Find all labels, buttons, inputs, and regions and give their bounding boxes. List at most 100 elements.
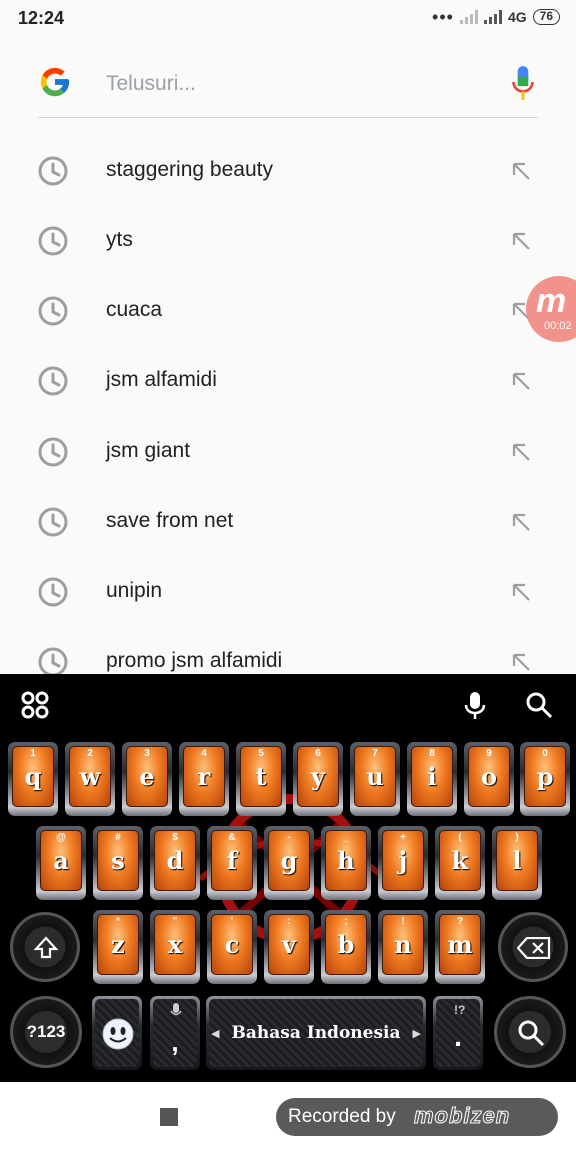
history-clock-icon [38,366,68,396]
key-m[interactable]: ? m [435,910,485,984]
shift-key[interactable] [10,912,80,982]
battery-level: 76 [532,9,560,25]
key-a[interactable]: @ a [36,826,86,900]
fill-query-arrow-icon[interactable] [510,581,532,603]
suggestion-text: jsm giant [106,439,191,462]
key-z[interactable]: * z [93,910,143,984]
space-key[interactable]: ◀ Bahasa Indonesia ▶ [206,996,426,1070]
search-action-icon [518,1020,545,1047]
backspace-icon [517,937,551,959]
fill-query-arrow-icon[interactable] [510,511,532,533]
key-b[interactable]: ; b [321,910,371,984]
key-d[interactable]: $ d [150,826,200,900]
comma-key[interactable]: , [150,996,200,1070]
history-clock-icon [38,156,68,186]
suggestion-text: promo jsm alfamidi [106,649,283,672]
history-clock-icon [38,296,68,326]
language-prev-icon: ◀ [211,1026,220,1040]
history-clock-icon [38,437,68,467]
mic-icon[interactable] [510,64,536,102]
key-e[interactable]: 3e [122,742,172,816]
search-action-key[interactable] [494,996,566,1068]
key-x[interactable]: " x [150,910,200,984]
key-o[interactable]: 9o [464,742,514,816]
recording-watermark: Recorded by mobizen [276,1098,558,1136]
fill-query-arrow-icon[interactable] [510,160,532,182]
recent-apps-button[interactable] [160,1108,178,1126]
emoji-key[interactable] [92,996,142,1070]
history-clock-icon [38,507,68,537]
suggestion-text: cuaca [106,298,163,321]
notification-dots-icon: ••• [432,7,454,27]
keyboard-search-icon[interactable] [524,690,554,720]
suggestion-text: save from net [106,509,234,532]
comma-key-mic-icon [170,1003,182,1016]
comma-label: , [171,1027,179,1057]
fill-query-arrow-icon[interactable] [510,651,532,673]
suggestion-item[interactable]: staggering beauty [0,136,576,206]
suggestion-item[interactable]: cuaca [0,276,576,346]
key-i[interactable]: 8i [407,742,457,816]
mobizen-brand: mobizen [413,1103,511,1129]
suggestion-text: jsm alfamidi [106,368,217,391]
language-next-icon: ▶ [412,1026,421,1040]
suggestion-item[interactable]: unipin [0,557,576,627]
key-l[interactable]: ) l [492,826,542,900]
key-c[interactable]: ' c [207,910,257,984]
key-p[interactable]: 0p [520,742,570,816]
status-icons: ••• 4G 76 [432,7,560,27]
space-language-label: Bahasa Indonesia [231,1023,401,1043]
google-g-icon [40,67,70,97]
recorded-by-text: Recorded by [288,1106,396,1127]
suggestion-text: unipin [106,579,163,602]
network-type: 4G [507,9,527,25]
keyboard: 1q 2w 3e 4r 5t 6y 7u 8i 9o 0p @ a # s $ d &… [0,674,576,1082]
recording-timer: 00:02 [544,320,572,332]
navigation-bar: Recorded by mobizen [0,1082,576,1152]
period-key[interactable]: !? . [433,996,483,1070]
key-v[interactable]: :v [264,910,314,984]
key-f[interactable]: & f [207,826,257,900]
suggestion-item[interactable]: promo jsm alfamidi [0,627,576,674]
key-k[interactable]: (k [435,826,485,900]
key-r[interactable]: 4r [179,742,229,816]
key-y[interactable]: 6y [293,742,343,816]
fill-query-arrow-icon[interactable] [510,441,532,463]
symbols-key[interactable]: ?123 [10,996,82,1068]
history-clock-icon [38,577,68,607]
history-clock-icon [38,226,68,256]
suggestion-list: staggering beauty yts cuaca jsm alfamidi… [0,136,576,674]
key-j[interactable]: + j [378,826,428,900]
status-bar: 12:24 ••• 4G 76 [0,0,576,40]
key-h[interactable]: _ h [321,826,371,900]
status-time: 12:24 [18,8,65,28]
fill-query-arrow-icon[interactable] [510,370,532,392]
signal-sim2-icon [483,10,502,24]
suggestion-item[interactable]: yts [0,206,576,276]
key-s[interactable]: # s [93,826,143,900]
search-bar [38,58,538,118]
suggestion-text: staggering beauty [106,158,273,181]
suggestion-item[interactable]: save from net [0,487,576,557]
period-label: . [454,1021,462,1052]
suggestion-item[interactable]: jsm alfamidi [0,346,576,416]
voice-input-icon[interactable] [460,690,490,720]
key-u[interactable]: 7u [350,742,400,816]
key-w[interactable]: 2w [65,742,115,816]
key-g[interactable]: -g [264,826,314,900]
keyboard-menu-icon[interactable] [20,690,50,720]
key-n[interactable]: ! n [378,910,428,984]
shift-arrow-icon [33,936,59,959]
mobizen-m-icon: m [536,282,567,320]
suggestion-item[interactable]: jsm giant [0,417,576,487]
search-input[interactable] [106,68,486,100]
emoji-smiley-icon [102,1018,134,1050]
signal-sim1-icon [459,10,478,24]
key-q[interactable]: 1q [8,742,58,816]
fill-query-arrow-icon[interactable] [510,230,532,252]
backspace-key[interactable] [498,912,568,982]
suggestion-text: yts [106,228,133,251]
period-hint: !? [454,1003,466,1017]
history-clock-icon [38,647,68,674]
key-t[interactable]: 5t [236,742,286,816]
